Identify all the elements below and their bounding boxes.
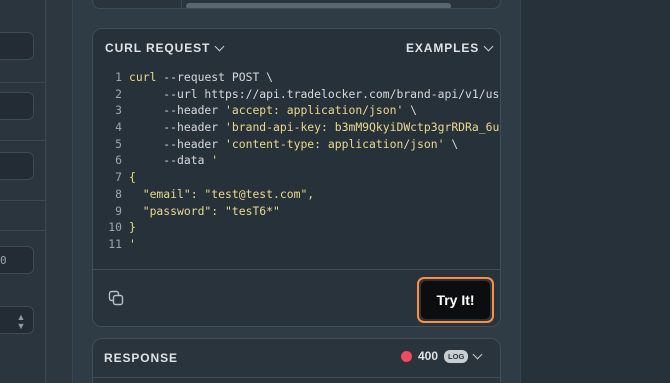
code-token: '	[129, 236, 136, 251]
code-token: --request POST \	[156, 70, 274, 84]
curl-card-header: CURL REQUEST EXAMPLES	[93, 29, 500, 67]
sidebar-field-2[interactable]	[0, 92, 34, 120]
code-line: 10}	[93, 219, 500, 236]
response-status-dropdown[interactable]: 400 LOG	[401, 349, 483, 363]
sidebar-divider	[0, 230, 46, 231]
examples-dropdown[interactable]: EXAMPLES	[406, 41, 494, 55]
code-token: 'brand-api-key: b3mM9QkyiDWctp3grRDRa_6u…	[225, 120, 501, 135]
code-token: 'content-type: application/json'	[225, 136, 445, 151]
log-badge: LOG	[444, 349, 469, 363]
code-token: \	[444, 136, 459, 151]
line-content: --url https://api.tradelocker.com/brand-…	[129, 86, 501, 103]
code-line: 9 "password": "tesT6*"	[93, 203, 500, 220]
panel-divider	[181, 0, 182, 8]
code-token: "email": "test@test.com",	[129, 186, 315, 201]
response-title: RESPONSE	[104, 351, 178, 365]
previous-panel	[92, 0, 501, 9]
sidebar-field-value: 0	[0, 254, 7, 267]
sidebar-divider	[0, 82, 46, 83]
curl-request-toggle[interactable]: CURL REQUEST	[105, 41, 225, 55]
curl-request-card: CURL REQUEST EXAMPLES 1 curl --request PO…	[92, 28, 501, 327]
curl-request-title: CURL REQUEST	[105, 41, 211, 55]
right-panel-background	[520, 0, 670, 383]
line-content: '	[129, 236, 136, 253]
sidebar-divider	[0, 140, 46, 141]
code-token: --header	[129, 120, 226, 135]
try-it-button[interactable]: Try It!	[421, 281, 490, 319]
line-content: {	[129, 169, 136, 186]
stepper-down-icon[interactable]: ▼	[16, 322, 26, 331]
horizontal-scrollbar[interactable]	[186, 3, 451, 8]
code-line: 8 "email": "test@test.com",	[93, 186, 500, 203]
code-token: "password": "tesT6*"	[129, 203, 280, 218]
line-content: --header 'content-type: application/json…	[129, 136, 458, 153]
code-token: }	[129, 220, 136, 235]
response-status-code: 400	[418, 349, 439, 363]
sidebar-field-3[interactable]	[0, 152, 34, 180]
line-content: "password": "tesT6*"	[129, 203, 280, 220]
line-content: }	[129, 219, 136, 236]
line-content: --header 'brand-api-key: b3mM9QkyiDWctp3…	[129, 119, 501, 136]
try-it-focus-ring: Try It!	[417, 277, 494, 323]
status-error-dot-icon	[401, 350, 412, 362]
code-token: --header	[129, 136, 226, 151]
line-content: curl --request POST \	[129, 69, 273, 86]
curl-card-footer: Try It!	[93, 269, 500, 326]
code-line: 4 --header 'brand-api-key: b3mM9QkyiDWct…	[93, 119, 501, 136]
code-token: --url https://api.tradelocker.com/brand-…	[129, 86, 501, 101]
chevron-down-icon	[214, 41, 225, 51]
line-number: 11	[108, 236, 122, 251]
code-line: 3 --header 'accept: application/json' \	[93, 102, 500, 119]
chevron-down-icon	[472, 349, 483, 359]
code-token: {	[129, 170, 136, 185]
stepper-up-icon[interactable]: ▲	[16, 313, 26, 322]
code-editor[interactable]: 1 curl --request POST \ 2 --url https://ap…	[93, 69, 501, 269]
line-number: 9	[115, 203, 122, 218]
line-number: 2	[115, 86, 122, 101]
chevron-down-icon	[483, 41, 494, 51]
code-line: 5 --header 'content-type: application/js…	[93, 136, 500, 153]
left-sidebar: 0 ▲ ▼	[0, 0, 46, 383]
code-token: 'accept: application/json'	[225, 103, 404, 118]
line-number: 6	[115, 153, 122, 168]
code-line: 1 curl --request POST \	[93, 69, 500, 86]
line-content: "email": "test@test.com",	[129, 186, 314, 203]
code-token: --data	[129, 153, 212, 168]
sidebar-field-1[interactable]	[0, 32, 34, 60]
line-number: 1	[115, 70, 122, 84]
content-gutter	[47, 0, 73, 383]
line-number: 4	[115, 120, 122, 135]
code-token: --header	[129, 103, 226, 118]
response-card: RESPONSE 400 LOG	[92, 338, 501, 383]
code-token: curl	[129, 70, 157, 84]
line-number: 3	[115, 103, 122, 118]
code-line: 6 --data '	[93, 152, 500, 169]
code-token: '	[211, 153, 219, 168]
response-divider	[93, 377, 500, 378]
line-number: 7	[115, 170, 122, 185]
sidebar-divider	[0, 200, 46, 201]
line-number: 5	[115, 136, 122, 151]
code-line: 2 --url https://api.tradelocker.com/bran…	[93, 86, 501, 103]
line-number: 8	[115, 186, 122, 201]
examples-label: EXAMPLES	[406, 41, 480, 55]
line-content: --data '	[129, 152, 218, 169]
code-line: 7{	[93, 169, 500, 186]
line-content: --header 'accept: application/json' \	[129, 102, 417, 119]
copy-icon[interactable]	[108, 290, 124, 306]
line-number: 10	[108, 220, 122, 235]
code-token: \	[403, 103, 418, 118]
code-line: 11 '	[93, 236, 500, 253]
